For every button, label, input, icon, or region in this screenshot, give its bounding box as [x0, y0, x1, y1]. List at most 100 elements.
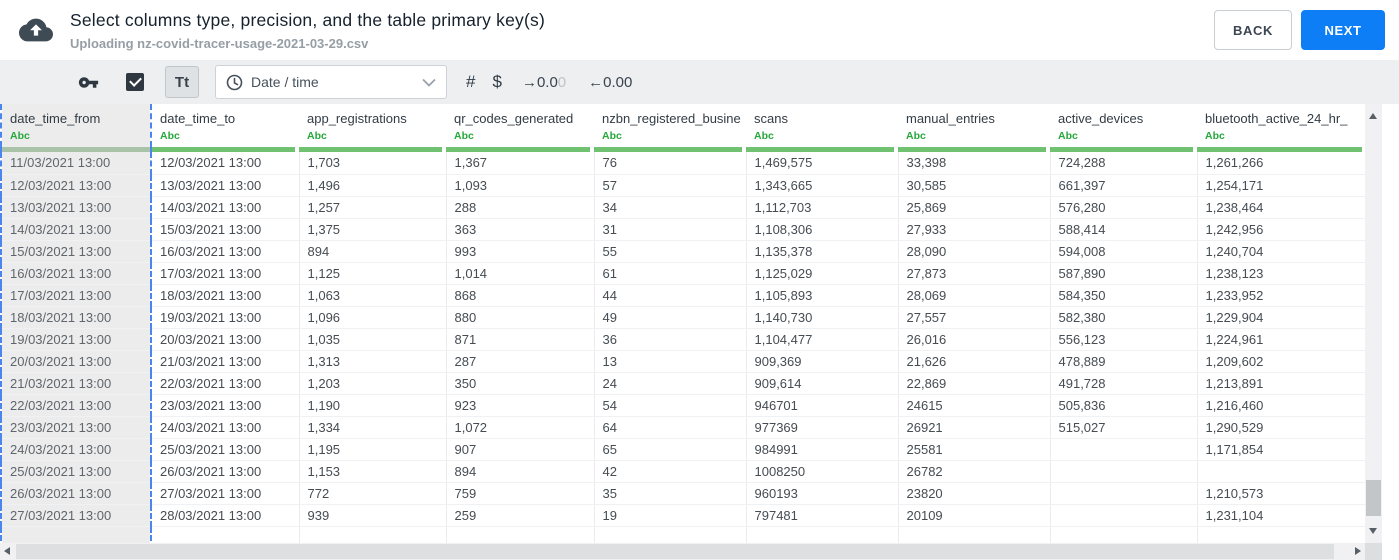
- cell[interactable]: 1,195: [299, 438, 447, 461]
- cell[interactable]: 871: [446, 328, 595, 351]
- cell[interactable]: 259: [446, 504, 595, 527]
- cell[interactable]: 11/03/2021 13:00: [0, 152, 152, 175]
- cell[interactable]: 505,836: [1050, 394, 1198, 417]
- cell[interactable]: 594,008: [1050, 240, 1198, 263]
- cell[interactable]: 26/03/2021 13:00: [151, 460, 300, 483]
- scroll-up-arrow-icon[interactable]: [1369, 113, 1377, 119]
- column-header-date_time_to[interactable]: date_time_to Abc: [151, 104, 299, 147]
- cell[interactable]: [1050, 438, 1198, 461]
- cell[interactable]: 1,072: [446, 416, 595, 439]
- cell[interactable]: 24: [594, 372, 747, 395]
- cell[interactable]: 61: [594, 262, 747, 285]
- cell[interactable]: 26/03/2021 13:00: [0, 482, 152, 505]
- cell[interactable]: 1,108,306: [746, 218, 899, 241]
- cell[interactable]: 491,728: [1050, 372, 1198, 395]
- cell[interactable]: 724,288: [1050, 152, 1198, 175]
- cell[interactable]: 1,135,378: [746, 240, 899, 263]
- cell[interactable]: 28,090: [898, 240, 1051, 263]
- cell[interactable]: 19: [594, 504, 747, 527]
- cell[interactable]: 350: [446, 372, 595, 395]
- cell[interactable]: 1,703: [299, 152, 447, 175]
- cell[interactable]: 18/03/2021 13:00: [0, 306, 152, 329]
- cell[interactable]: 1,231,104: [1197, 504, 1365, 527]
- column-header-qr_codes_generated[interactable]: qr_codes_generated Abc: [446, 104, 594, 147]
- cell[interactable]: 515,027: [1050, 416, 1198, 439]
- cell[interactable]: 1,125: [299, 262, 447, 285]
- column-header-nzbn_registered_busine[interactable]: nzbn_registered_busine Abc: [594, 104, 746, 147]
- cell[interactable]: 23820: [898, 482, 1051, 505]
- cell[interactable]: 18/03/2021 13:00: [151, 284, 300, 307]
- cell[interactable]: 1,496: [299, 174, 447, 197]
- cell[interactable]: 12/03/2021 13:00: [0, 174, 152, 197]
- cell[interactable]: 894: [446, 460, 595, 483]
- cell[interactable]: 1,190: [299, 394, 447, 417]
- cell[interactable]: 14/03/2021 13:00: [0, 218, 152, 241]
- cell[interactable]: 1,313: [299, 350, 447, 373]
- cell[interactable]: 1,063: [299, 284, 447, 307]
- cell[interactable]: 25,869: [898, 196, 1051, 219]
- cell[interactable]: 960193: [746, 482, 899, 505]
- horizontal-scrollbar[interactable]: [0, 543, 1365, 560]
- cell[interactable]: 288: [446, 196, 595, 219]
- cell[interactable]: 13/03/2021 13:00: [151, 174, 300, 197]
- cell[interactable]: 772: [299, 482, 447, 505]
- cell[interactable]: 1,375: [299, 218, 447, 241]
- cell[interactable]: 556,123: [1050, 328, 1198, 351]
- cell[interactable]: 880: [446, 306, 595, 329]
- cell[interactable]: 49: [594, 306, 747, 329]
- cell[interactable]: 44: [594, 284, 747, 307]
- cell[interactable]: 1,213,891: [1197, 372, 1365, 395]
- cell[interactable]: 55: [594, 240, 747, 263]
- cell[interactable]: 22/03/2021 13:00: [0, 394, 152, 417]
- cell[interactable]: 35: [594, 482, 747, 505]
- cell[interactable]: 27/03/2021 13:00: [151, 482, 300, 505]
- cell[interactable]: 759: [446, 482, 595, 505]
- scroll-right-arrow-icon[interactable]: [1355, 547, 1361, 555]
- primary-key-button[interactable]: [78, 72, 99, 93]
- cell[interactable]: 1,104,477: [746, 328, 899, 351]
- cell[interactable]: 21/03/2021 13:00: [0, 372, 152, 395]
- cell[interactable]: 57: [594, 174, 747, 197]
- cell[interactable]: 25581: [898, 438, 1051, 461]
- scroll-left-arrow-icon[interactable]: [4, 547, 10, 555]
- cell[interactable]: 1008250: [746, 460, 899, 483]
- cell[interactable]: 1,238,464: [1197, 196, 1365, 219]
- cell[interactable]: 1,105,893: [746, 284, 899, 307]
- cell[interactable]: 14/03/2021 13:00: [151, 196, 300, 219]
- cell[interactable]: 984991: [746, 438, 899, 461]
- column-header-manual_entries[interactable]: manual_entries Abc: [898, 104, 1050, 147]
- currency-type-button[interactable]: $: [492, 72, 501, 92]
- cell[interactable]: 363: [446, 218, 595, 241]
- cell[interactable]: 19/03/2021 13:00: [151, 306, 300, 329]
- cell[interactable]: 1,240,704: [1197, 240, 1365, 263]
- cell[interactable]: 28,069: [898, 284, 1051, 307]
- cell[interactable]: 20/03/2021 13:00: [151, 328, 300, 351]
- cell[interactable]: 22,869: [898, 372, 1051, 395]
- cell[interactable]: 20/03/2021 13:00: [0, 350, 152, 373]
- cell[interactable]: 1,209,602: [1197, 350, 1365, 373]
- back-button[interactable]: BACK: [1214, 10, 1292, 50]
- cell[interactable]: 993: [446, 240, 595, 263]
- cell[interactable]: 17/03/2021 13:00: [151, 262, 300, 285]
- scroll-down-arrow-icon[interactable]: [1369, 528, 1377, 534]
- cell[interactable]: 22/03/2021 13:00: [151, 372, 300, 395]
- cell[interactable]: 1,216,460: [1197, 394, 1365, 417]
- cell[interactable]: [1050, 460, 1198, 483]
- cell[interactable]: 54: [594, 394, 747, 417]
- cell[interactable]: 25/03/2021 13:00: [151, 438, 300, 461]
- cell[interactable]: 909,369: [746, 350, 899, 373]
- cell[interactable]: 1,367: [446, 152, 595, 175]
- cell[interactable]: 15/03/2021 13:00: [151, 218, 300, 241]
- cell[interactable]: 907: [446, 438, 595, 461]
- cell[interactable]: 923: [446, 394, 595, 417]
- cell[interactable]: 1,125,029: [746, 262, 899, 285]
- cell[interactable]: 64: [594, 416, 747, 439]
- cell[interactable]: 16/03/2021 13:00: [0, 262, 152, 285]
- cell[interactable]: 34: [594, 196, 747, 219]
- cell[interactable]: 20109: [898, 504, 1051, 527]
- cell[interactable]: 13/03/2021 13:00: [0, 196, 152, 219]
- number-type-button[interactable]: #: [466, 72, 475, 92]
- text-type-button[interactable]: Tt: [165, 66, 199, 98]
- cell[interactable]: 26921: [898, 416, 1051, 439]
- cell[interactable]: 42: [594, 460, 747, 483]
